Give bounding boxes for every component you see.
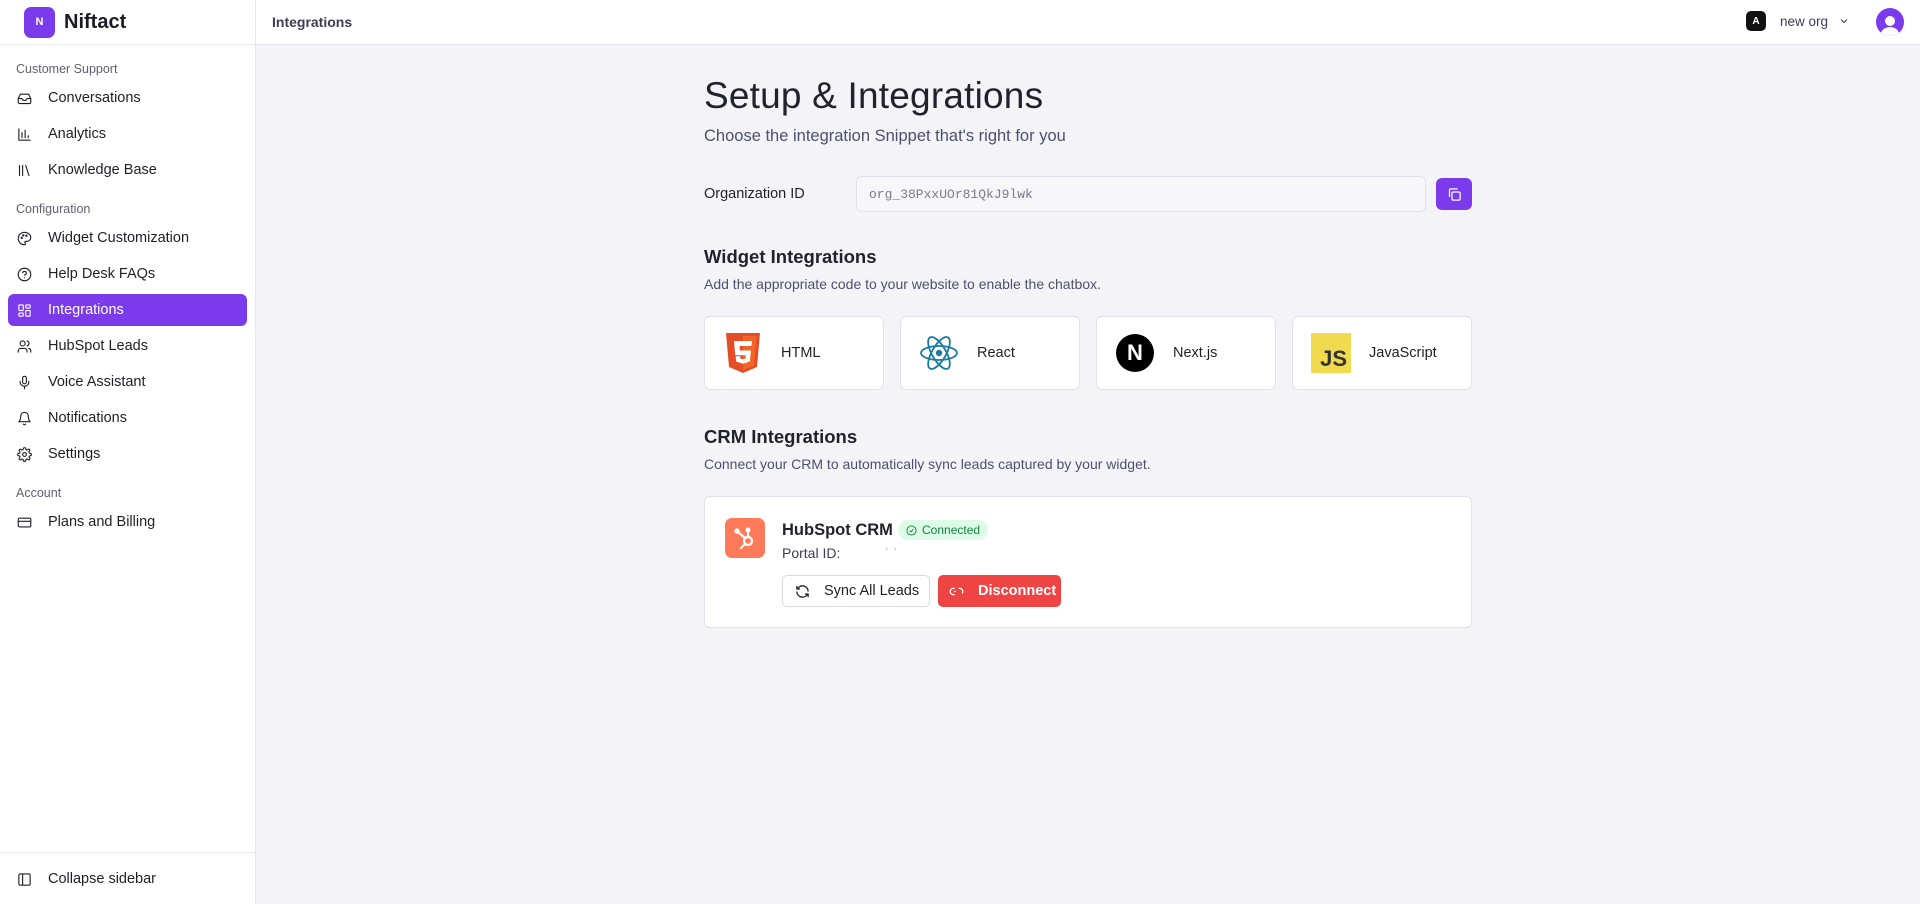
disconnect-label: Disconnect bbox=[978, 583, 1057, 599]
gear-icon bbox=[17, 446, 32, 462]
palette-icon bbox=[17, 231, 32, 245]
widget-card-nextjs[interactable]: N Next.js bbox=[1096, 316, 1276, 390]
copy-icon bbox=[1448, 187, 1461, 201]
sidebar-item-label: Notifications bbox=[48, 410, 127, 426]
sidebar-footer: Collapse sidebar bbox=[0, 852, 255, 904]
sidebar-item-label: HubSpot Leads bbox=[48, 338, 148, 354]
copy-org-id-button[interactable] bbox=[1436, 178, 1472, 210]
widget-integrations-description: Add the appropriate code to your website… bbox=[704, 276, 1101, 292]
brand-logo: N bbox=[24, 6, 55, 38]
inbox-icon bbox=[17, 93, 32, 104]
sidebar-item-label: Voice Assistant bbox=[48, 374, 146, 390]
nextjs-icon: N bbox=[1115, 333, 1155, 373]
chevron-down-icon bbox=[1840, 19, 1848, 24]
sidebar-item-analytics[interactable]: Analytics bbox=[8, 118, 247, 150]
brand[interactable]: N Niftact bbox=[0, 0, 255, 45]
brand-name: Niftact bbox=[64, 10, 127, 33]
panel-left-icon bbox=[18, 872, 31, 886]
page-subtitle: Choose the integration Snippet that's ri… bbox=[704, 127, 1066, 145]
react-icon bbox=[919, 333, 959, 373]
portal-id-value: ʾ ʾ bbox=[884, 545, 898, 561]
library-icon bbox=[18, 164, 30, 176]
widget-integrations-title: Widget Integrations bbox=[704, 246, 877, 267]
sidebar-item-label: Settings bbox=[48, 446, 101, 462]
breadcrumb: Integrations bbox=[272, 14, 353, 30]
collapse-sidebar-label: Collapse sidebar bbox=[48, 871, 157, 887]
organization-id-row: Organization ID bbox=[704, 176, 1472, 212]
sidebar-item-plans-and-billing[interactable]: Plans and Billing bbox=[8, 506, 247, 538]
org-name: new org bbox=[1779, 13, 1828, 29]
hubspot-crm-card: HubSpot CRM Connected Portal ID: ʾ ʾ Sync… bbox=[704, 496, 1472, 628]
html5-icon bbox=[723, 333, 763, 373]
portal-id-label: Portal ID: bbox=[782, 545, 841, 561]
sidebar-item-conversations[interactable]: Conversations bbox=[8, 82, 247, 114]
bar-chart-icon bbox=[18, 127, 31, 141]
sidebar-item-label: Knowledge Base bbox=[48, 162, 157, 178]
widget-card-label: JavaScript bbox=[1369, 345, 1437, 361]
widget-card-react[interactable]: React bbox=[900, 316, 1080, 390]
disconnect-button[interactable]: Disconnect bbox=[938, 575, 1061, 607]
javascript-icon: JS bbox=[1311, 333, 1351, 373]
widget-card-html[interactable]: HTML bbox=[704, 316, 884, 390]
nav-section-customer-support: Customer Support bbox=[16, 62, 118, 76]
user-icon bbox=[1880, 16, 1900, 36]
widget-grid: HTML React N Next.js JS JavaScript bbox=[704, 316, 1472, 390]
hubspot-icon bbox=[725, 518, 765, 558]
nav-section-account: Account bbox=[16, 486, 62, 500]
widget-card-label: HTML bbox=[781, 345, 821, 361]
sidebar-item-label: Help Desk FAQs bbox=[48, 266, 156, 282]
mic-icon bbox=[19, 375, 30, 389]
sidebar-item-label: Analytics bbox=[48, 126, 107, 142]
sync-all-leads-label: Sync All Leads bbox=[824, 583, 920, 599]
help-circle-icon bbox=[17, 267, 32, 281]
sidebar-item-voice-assistant[interactable]: Voice Assistant bbox=[8, 366, 247, 398]
sidebar-item-integrations[interactable]: Integrations bbox=[8, 294, 247, 326]
check-circle-icon bbox=[906, 524, 917, 536]
refresh-icon bbox=[796, 584, 809, 598]
widget-card-javascript[interactable]: JS JavaScript bbox=[1292, 316, 1472, 390]
crm-integrations-title: CRM Integrations bbox=[704, 426, 858, 447]
sidebar-item-notifications[interactable]: Notifications bbox=[8, 402, 247, 434]
sidebar-item-label: Conversations bbox=[48, 90, 141, 106]
bell-icon bbox=[18, 411, 31, 425]
top-header: Integrations A new org bbox=[256, 0, 1920, 45]
user-avatar[interactable] bbox=[1876, 8, 1904, 36]
grid-icon bbox=[18, 303, 31, 317]
status-badge-label: Connected bbox=[922, 523, 981, 537]
widget-card-label: Next.js bbox=[1173, 345, 1218, 361]
crm-integrations-description: Connect your CRM to automatically sync l… bbox=[704, 456, 1151, 472]
sidebar-item-knowledge-base[interactable]: Knowledge Base bbox=[8, 154, 247, 186]
nav-section-configuration: Configuration bbox=[16, 202, 91, 216]
sidebar-item-label: Integrations bbox=[48, 302, 124, 318]
org-switcher[interactable]: A new org bbox=[1745, 11, 1850, 31]
javascript-glyph: JS bbox=[1311, 333, 1351, 373]
main-content: Setup & Integrations Choose the integrat… bbox=[704, 45, 1472, 628]
credit-card-icon bbox=[17, 517, 32, 527]
users-icon bbox=[17, 339, 32, 353]
status-badge: Connected bbox=[898, 520, 989, 540]
organization-id-label: Organization ID bbox=[704, 186, 805, 202]
sidebar-item-widget-customization[interactable]: Widget Customization bbox=[8, 222, 247, 254]
collapse-sidebar-button[interactable]: Collapse sidebar bbox=[8, 863, 247, 895]
sidebar-item-hubspot-leads[interactable]: HubSpot Leads bbox=[8, 330, 247, 362]
portal-id: Portal ID: ʾ ʾ bbox=[782, 545, 898, 561]
unlink-icon bbox=[949, 587, 964, 595]
page-title: Setup & Integrations bbox=[704, 75, 1044, 116]
org-icon: A bbox=[1745, 11, 1766, 31]
sidebar-item-label: Plans and Billing bbox=[48, 514, 156, 530]
sidebar-item-settings[interactable]: Settings bbox=[8, 438, 247, 470]
sidebar-item-help-desk-faqs[interactable]: Help Desk FAQs bbox=[8, 258, 247, 290]
sidebar: N Niftact Customer Support Conversations… bbox=[0, 0, 256, 904]
widget-card-label: React bbox=[977, 345, 1015, 361]
organization-id-field[interactable] bbox=[856, 176, 1426, 212]
sidebar-item-label: Widget Customization bbox=[48, 230, 190, 246]
sync-all-leads-button[interactable]: Sync All Leads bbox=[782, 575, 930, 607]
crm-name: HubSpot CRM bbox=[782, 521, 893, 539]
nextjs-glyph: N bbox=[1116, 334, 1154, 372]
